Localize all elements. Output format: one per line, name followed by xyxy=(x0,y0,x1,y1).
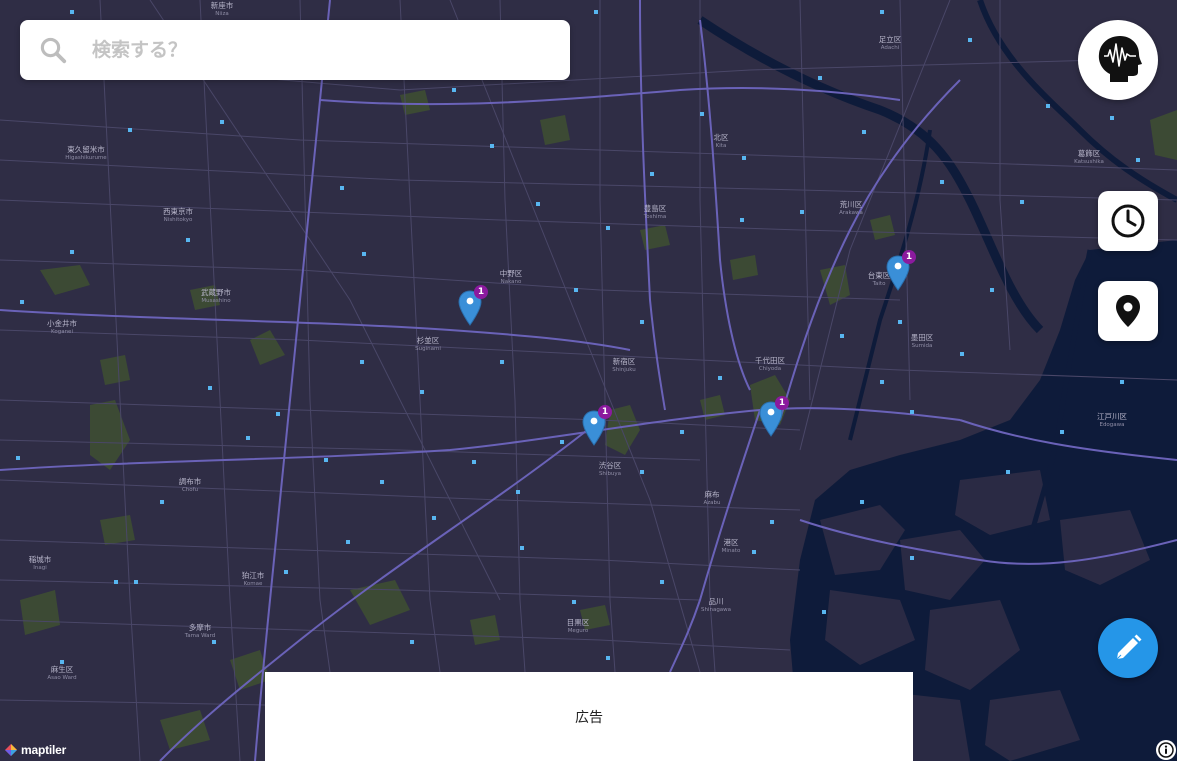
marker-count-badge: 1 xyxy=(474,285,488,299)
map-marker[interactable]: 1 xyxy=(458,285,488,326)
area-sublabel: Arakawa xyxy=(839,210,863,216)
maptiler-logo-icon xyxy=(5,744,17,756)
area-sublabel: Suginami xyxy=(415,346,441,352)
search-bar[interactable] xyxy=(20,20,570,80)
marker-count-badge: 1 xyxy=(775,396,789,410)
maptiler-logo[interactable]: maptiler xyxy=(4,742,66,758)
area-label: 西東京市 xyxy=(163,206,193,216)
area-sublabel: Katsushika xyxy=(1074,159,1104,165)
area-label: 墨田区 xyxy=(911,333,934,342)
maptiler-logo-text: maptiler xyxy=(21,743,67,757)
area-sublabel: Adachi xyxy=(881,45,900,51)
area-label: 新宿区 xyxy=(613,356,636,366)
area-label: 葛飾区 xyxy=(1078,148,1101,158)
area-sublabel: Inagi xyxy=(33,565,47,571)
area-label: 豊島区 xyxy=(644,203,667,213)
area-sublabel: Minato xyxy=(722,548,741,554)
head-soundwave-icon xyxy=(1098,36,1142,82)
area-sublabel: Toshima xyxy=(643,214,666,220)
search-icon[interactable] xyxy=(38,35,68,65)
info-icon xyxy=(1158,742,1174,758)
area-label: 渋谷区 xyxy=(599,460,622,470)
history-button[interactable] xyxy=(1098,191,1158,251)
area-label: 北区 xyxy=(714,133,729,142)
map-marker[interactable]: 1 xyxy=(582,405,612,446)
area-label: 小金井市 xyxy=(47,318,77,328)
area-label: 麻生区 xyxy=(51,664,74,674)
marker-count-badge: 1 xyxy=(598,405,612,419)
search-input[interactable] xyxy=(90,38,534,62)
pencil-icon xyxy=(1116,634,1142,660)
area-sublabel: Tama Ward xyxy=(184,633,215,639)
area-label: 狛江市 xyxy=(242,570,265,580)
area-label: 杉並区 xyxy=(417,335,440,345)
area-sublabel: Nakano xyxy=(501,279,522,285)
area-sublabel: Edogawa xyxy=(1099,422,1124,428)
area-label: 東久留米市 xyxy=(67,144,105,154)
area-label: 荒川区 xyxy=(840,199,863,209)
area-label: 品川 xyxy=(709,597,724,606)
map-canvas[interactable]: 足立区Adachi 北区Kita 荒川区Arakawa 葛飾区Katsushika 東久… xyxy=(0,0,1177,761)
area-sublabel: Shibuya xyxy=(599,471,621,477)
area-label: 多摩市 xyxy=(189,622,212,632)
area-label: 江戸川区 xyxy=(1097,412,1127,421)
area-sublabel: Kita xyxy=(716,143,727,149)
area-sublabel: Komae xyxy=(244,581,263,587)
map-pin-icon xyxy=(1116,295,1140,327)
area-label: 足立区 xyxy=(879,34,902,44)
area-sublabel: Sumida xyxy=(912,343,933,349)
area-sublabel: Nishitokyo xyxy=(164,217,193,223)
area-label: 調布市 xyxy=(179,476,202,486)
area-label: 武蔵野市 xyxy=(201,287,231,297)
area-sublabel: Asao Ward xyxy=(47,675,76,681)
map-app: 足立区 Adachi 北区 Kita 荒川区 Arakawa 葛飾区 Katsushika 東久… xyxy=(0,0,1177,761)
area-label: 稲城市 xyxy=(29,554,52,564)
area-label: 目黒区 xyxy=(567,618,590,627)
area-sublabel: Meguro xyxy=(568,628,589,634)
map-marker[interactable]: 1 xyxy=(886,250,916,291)
clock-icon xyxy=(1111,204,1145,238)
user-avatar-button[interactable] xyxy=(1078,20,1158,100)
area-sublabel: Koganei xyxy=(51,329,73,335)
area-sublabel: Azabu xyxy=(704,500,721,506)
area-sublabel: Chiyoda xyxy=(759,366,781,372)
area-label: 港区 xyxy=(724,537,739,547)
area-label: 中野区 xyxy=(500,268,523,278)
ad-banner[interactable]: 広告 xyxy=(265,672,913,761)
area-sublabel: Niiza xyxy=(215,11,228,17)
my-location-button[interactable] xyxy=(1098,281,1158,341)
attribution-info-button[interactable] xyxy=(1156,740,1176,760)
area-sublabel: Higashikurume xyxy=(65,155,107,161)
area-label: 麻布 xyxy=(705,489,720,499)
edit-button[interactable] xyxy=(1098,618,1158,678)
area-sublabel: Musashino xyxy=(201,298,231,304)
ad-label: 広告 xyxy=(575,709,603,726)
marker-count-badge: 1 xyxy=(902,250,916,264)
area-sublabel: Chofu xyxy=(182,487,198,493)
area-sublabel: Shinjuku xyxy=(612,367,636,373)
area-label: 千代田区 xyxy=(755,355,785,365)
map-marker[interactable]: 1 xyxy=(759,396,789,437)
area-sublabel: Taito xyxy=(872,281,887,287)
area-label: 新座市 xyxy=(211,0,234,10)
area-sublabel: Shinagawa xyxy=(701,607,731,613)
